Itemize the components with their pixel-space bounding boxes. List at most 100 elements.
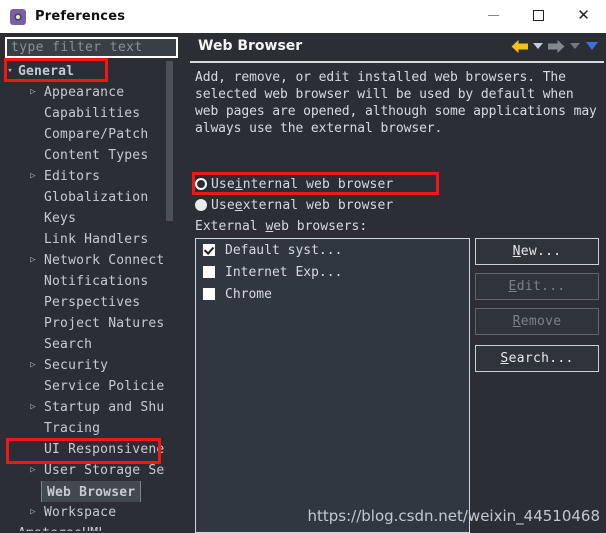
chevron-right-icon[interactable]: ▷ <box>26 460 40 481</box>
chevron-right-icon[interactable]: ▷ <box>26 250 40 271</box>
sidebar-item-label: Project Natures <box>44 316 165 331</box>
sidebar-item-search[interactable]: Search <box>2 334 174 355</box>
search-button[interactable]: Search... <box>475 345 599 372</box>
radio-label-internal-suffix: nternal web browser <box>242 176 394 192</box>
chevron-right-icon[interactable]: ▷ <box>26 82 40 103</box>
sidebar-item-web-browser[interactable]: Web Browser <box>2 481 174 502</box>
maximize-button[interactable] <box>516 0 561 31</box>
radio-label-external-suffix: xternal web browser <box>242 197 394 213</box>
sidebar-item-tracing[interactable]: Tracing <box>2 418 174 439</box>
button-label: emove <box>520 314 562 329</box>
chevron-right-icon[interactable]: ▷ <box>26 355 40 376</box>
sidebar-item-notifications[interactable]: Notifications <box>2 271 174 292</box>
sidebar-item-ui-responsivenes[interactable]: UI Responsivenes <box>2 439 174 460</box>
sidebar-item-label: Compare/Patch <box>44 127 149 142</box>
sidebar-item-content-types[interactable]: Content Types <box>2 145 174 166</box>
sidebar-item-label: UI Responsivenes <box>44 442 173 457</box>
sidebar-item-link-handlers[interactable]: Link Handlers <box>2 229 174 250</box>
preferences-window: Preferences ✕ ▾General▷AppearanceCapabil… <box>0 0 606 533</box>
window-title: Preferences <box>35 9 126 24</box>
web-browser-settings-pane: Web Browser Add, remove, or edit install… <box>188 33 606 533</box>
list-item[interactable]: Chrome <box>196 283 469 305</box>
chevron-right-icon[interactable]: ▷ <box>26 502 40 523</box>
sidebar-item-label: Workspace <box>44 505 117 520</box>
list-item-label: Internet Exp... <box>225 264 343 280</box>
button-mnemonic: N <box>512 244 521 259</box>
checkbox-icon[interactable] <box>203 266 215 278</box>
chevron-right-icon[interactable]: ▷ <box>26 397 40 418</box>
back-arrow-icon[interactable] <box>510 39 529 54</box>
page-description: Add, remove, or edit installed web brows… <box>195 70 597 136</box>
minimize-button[interactable] <box>471 0 516 31</box>
sidebar-item-label: Link Handlers <box>44 232 149 247</box>
forward-arrow-icon <box>547 39 566 54</box>
sidebar-item-amaterasuml[interactable]: AmaterasUML <box>2 523 174 531</box>
forward-dropdown-chevron-down-icon[interactable] <box>570 43 580 49</box>
pane-header: Web Browser <box>188 33 606 61</box>
page-title: Web Browser <box>198 38 303 54</box>
preferences-tree[interactable]: ▾ General ▷ Appearance Capabilities Compare/P… <box>2 61 174 531</box>
chevron-down-icon[interactable]: ▾ <box>3 61 17 82</box>
list-item[interactable]: Default syst... <box>196 239 469 261</box>
sidebar-item-label: Network Connect: <box>44 253 173 268</box>
use-internal-browser-radio[interactable]: Use i nternal web browser <box>195 174 393 194</box>
window-controls: ✕ <box>471 0 606 31</box>
button-mnemonic: S <box>500 351 509 366</box>
button-mnemonic: R <box>512 314 521 329</box>
preferences-gear-icon <box>10 8 26 25</box>
watermark-text: https://blog.csdn.net/weixin_44510468 <box>307 507 600 525</box>
sidebar-item-label: Content Types <box>44 148 149 163</box>
dialog-body: ▾General▷AppearanceCapabilities Compare/P… <box>0 33 606 533</box>
back-dropdown-chevron-down-icon[interactable] <box>533 43 543 49</box>
sidebar-item-keys[interactable]: Keys <box>2 208 174 229</box>
minimize-icon <box>488 15 499 16</box>
header-divider <box>190 61 604 63</box>
sidebar-item-service-policies[interactable]: Service Policies <box>2 376 174 397</box>
external-browsers-label: External web browsers: <box>195 219 367 234</box>
external-browsers-label-suffix: eb browsers: <box>273 219 368 234</box>
sidebar-item-perspectives[interactable]: Perspectives <box>2 292 174 313</box>
close-icon: ✕ <box>577 6 590 24</box>
checkbox-icon[interactable] <box>203 288 215 300</box>
preferences-sidebar: ▾General▷AppearanceCapabilities Compare/P… <box>0 33 184 533</box>
external-browsers-list[interactable]: Default syst... Internet Exp... Chrome <box>195 238 470 533</box>
browser-action-buttons: New... Edit... Remove Search... <box>475 238 599 380</box>
sidebar-item-label: Editors <box>44 169 101 184</box>
navigation-icons <box>510 36 600 56</box>
radio-label-internal-prefix: Use <box>211 176 235 192</box>
button-label: earch... <box>508 351 574 366</box>
sidebar-item-globalization[interactable]: Globalization <box>2 187 174 208</box>
sidebar-item-appearance[interactable]: ▷ Appearance <box>2 82 174 103</box>
remove-button: Remove <box>475 308 599 335</box>
maximize-icon <box>533 10 544 21</box>
list-item[interactable]: Internet Exp... <box>196 261 469 283</box>
sidebar-item-general[interactable]: ▾ General <box>2 61 174 82</box>
sidebar-item-label: Web Browser <box>40 481 142 502</box>
filter-field-wrapper <box>5 37 178 58</box>
sidebar-item-label: Search <box>44 337 93 352</box>
edit-button: Edit... <box>475 273 599 300</box>
tree-scrollbar-thumb[interactable] <box>166 61 173 221</box>
sidebar-item-editors[interactable]: ▷ Editors <box>2 166 174 187</box>
sidebar-item-network-connect[interactable]: ▷ Network Connect: <box>2 250 174 271</box>
new-button[interactable]: New... <box>475 238 599 265</box>
sidebar-item-startup-and-shut[interactable]: ▷ Startup and Shut <box>2 397 174 418</box>
sidebar-item-workspace[interactable]: ▷ Workspace <box>2 502 174 523</box>
chevron-right-icon[interactable]: ▷ <box>26 166 40 187</box>
button-mnemonic: E <box>508 279 517 294</box>
radio-indicator-external <box>195 199 207 211</box>
close-button[interactable]: ✕ <box>561 0 606 31</box>
checkbox-checked-icon[interactable] <box>203 244 215 256</box>
use-external-browser-radio[interactable]: Use e xternal web browser <box>195 195 393 215</box>
pane-menu-chevron-down-icon[interactable] <box>586 42 598 50</box>
sidebar-item-label: Startup and Shut <box>44 400 173 415</box>
tree-scrollbar[interactable] <box>165 61 174 531</box>
sidebar-item-label: Notifications <box>44 274 149 289</box>
sidebar-item-security[interactable]: ▷ Security <box>2 355 174 376</box>
sidebar-item-compare-patch[interactable]: Compare/Patch <box>2 124 174 145</box>
sidebar-item-user-storage-ser[interactable]: ▷ User Storage Ser <box>2 460 174 481</box>
sidebar-item-capabilities[interactable]: Capabilities <box>2 103 174 124</box>
sidebar-item-label: Tracing <box>44 421 101 436</box>
search-input[interactable] <box>7 39 176 56</box>
sidebar-item-project-natures[interactable]: Project Natures <box>2 313 174 334</box>
